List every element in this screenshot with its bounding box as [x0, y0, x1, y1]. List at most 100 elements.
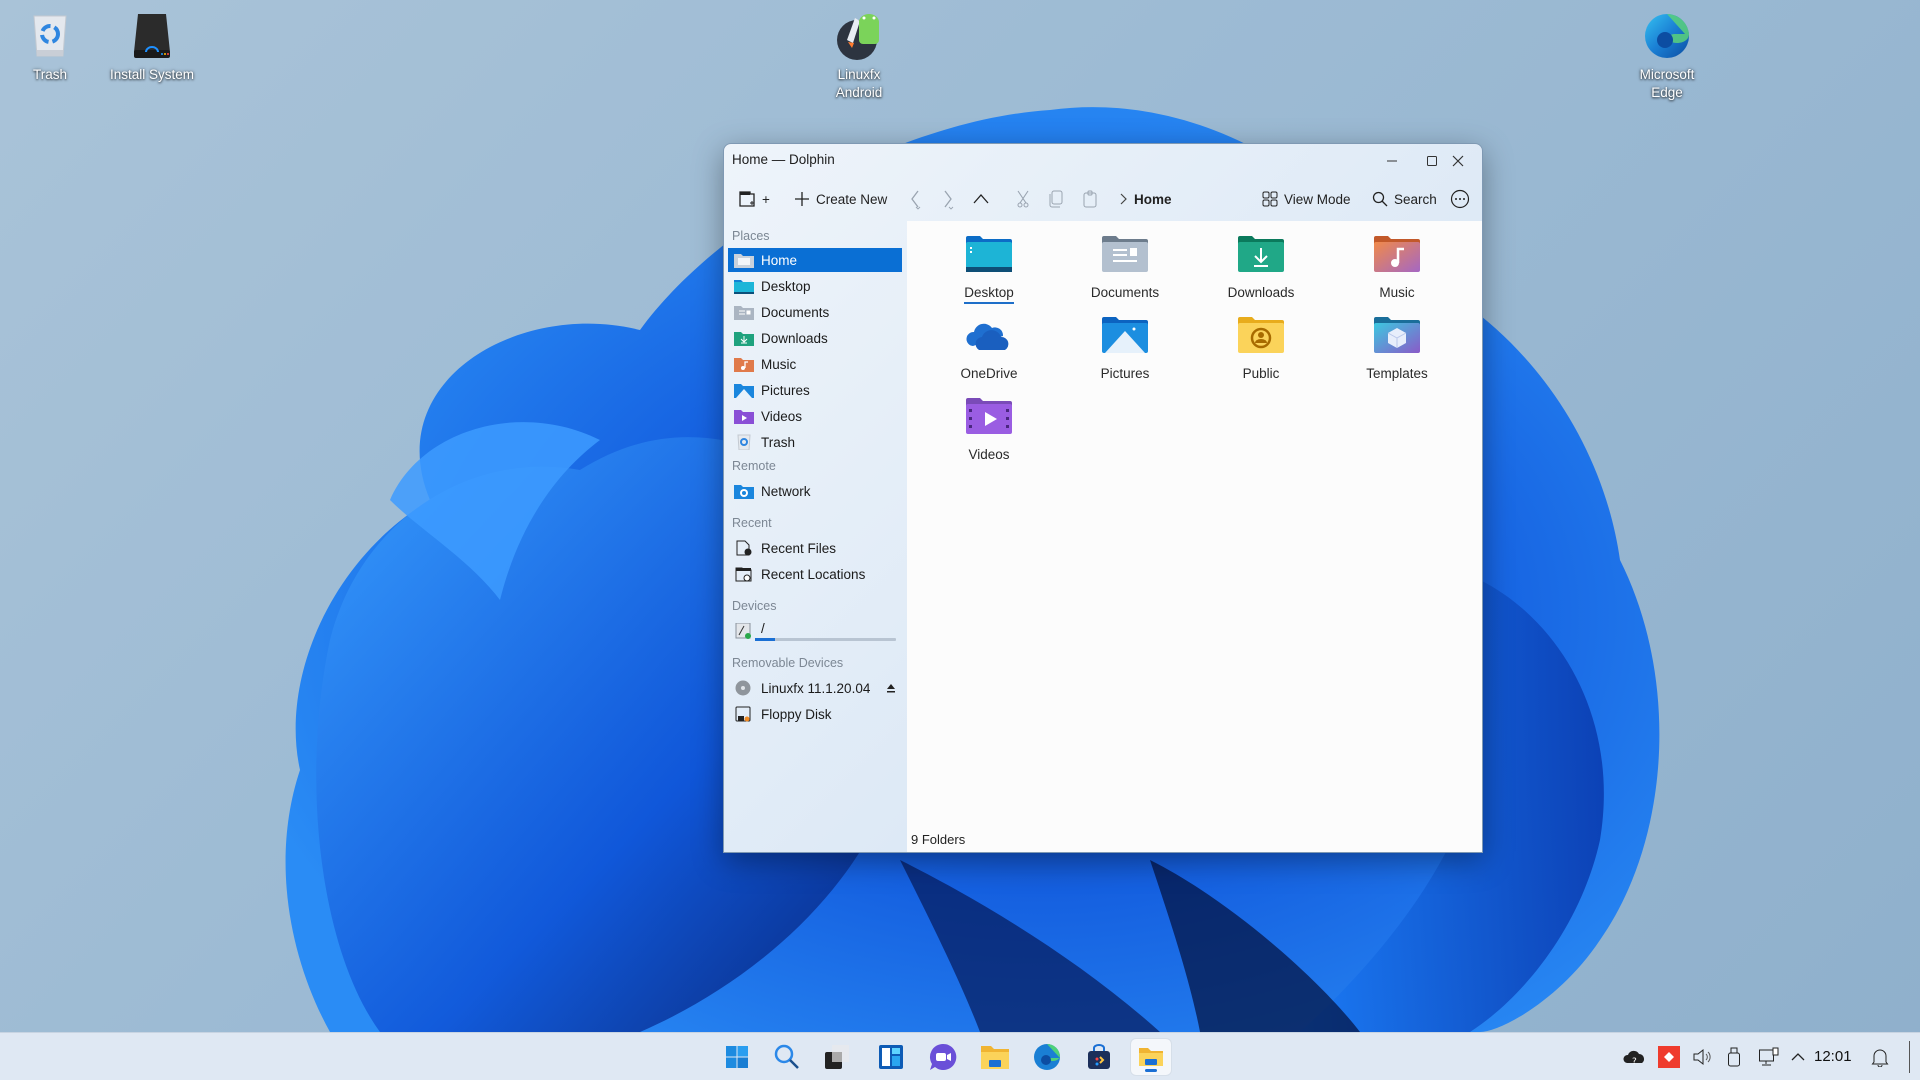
folder-onedrive[interactable]: OneDrive [929, 316, 1049, 383]
sidebar-item-network[interactable]: Network [728, 479, 902, 503]
breadcrumb-home[interactable]: Home [1134, 192, 1172, 207]
window-titlebar[interactable]: Home — Dolphin [724, 144, 1482, 178]
file-explorer-button[interactable] [975, 1039, 1015, 1075]
sidebar-item-label: Downloads [761, 330, 828, 346]
show-desktop-divider[interactable] [1909, 1041, 1910, 1073]
sidebar-item-trash[interactable]: Trash [728, 430, 902, 454]
onedrive-cloud-icon [965, 316, 1013, 356]
sidebar-item-desktop[interactable]: Desktop [728, 274, 902, 298]
window-title: Home — Dolphin [732, 152, 835, 167]
tray-network[interactable] [1756, 1043, 1782, 1071]
paste-icon [1083, 190, 1097, 208]
widgets-button[interactable] [871, 1039, 911, 1075]
folder-label: Documents [1090, 285, 1160, 300]
desktop-icon-microsoft-edge[interactable]: Microsoft Edge [1612, 10, 1722, 102]
minimize-button[interactable] [1374, 148, 1410, 174]
sidebar-item-home[interactable]: Home [728, 248, 902, 272]
sidebar-item-downloads[interactable]: Downloads [728, 326, 902, 350]
section-remote: Remote [732, 459, 776, 473]
forward-button[interactable] [940, 186, 956, 212]
more-menu-button[interactable] [1450, 186, 1470, 212]
folder-label: Downloads [1227, 285, 1295, 300]
view-mode-button[interactable]: View Mode [1262, 186, 1351, 212]
sidebar-item-recent-locations[interactable]: Recent Locations [728, 562, 902, 586]
sidebar-item-documents[interactable]: Documents [728, 300, 902, 324]
public-folder-icon [1237, 316, 1285, 356]
sidebar-item-floppy-disk[interactable]: Floppy Disk [728, 702, 902, 726]
clock[interactable]: 12:01 [1814, 1048, 1852, 1065]
desktop-icon-label-line1: Linuxfx [837, 67, 881, 82]
windows-logo-icon [726, 1046, 748, 1068]
edge-taskbar-button[interactable] [1027, 1039, 1067, 1075]
folder-public[interactable]: Public [1201, 316, 1321, 383]
view-mode-icon [1262, 191, 1278, 207]
recent-locations-icon [734, 566, 754, 582]
cut-button[interactable] [1016, 186, 1030, 212]
sidebar-item-videos[interactable]: Videos [728, 404, 902, 428]
store-button[interactable] [1079, 1039, 1119, 1075]
floppy-disk-icon [734, 706, 754, 722]
view-mode-label: View Mode [1284, 191, 1351, 207]
tray-onedrive-status[interactable]: ? [1620, 1043, 1648, 1071]
folder-label: Templates [1366, 366, 1428, 381]
desktop-icon-label-line2: Edge [1651, 85, 1683, 100]
back-button[interactable] [907, 186, 923, 212]
folder-music[interactable]: Music [1337, 235, 1457, 302]
dolphin-taskbar-button[interactable] [1131, 1039, 1171, 1075]
folder-downloads[interactable]: Downloads [1201, 235, 1321, 302]
sidebar-item-music[interactable]: Music [728, 352, 902, 376]
search-button[interactable]: Search [1372, 186, 1437, 212]
section-places: Places [732, 229, 770, 243]
pictures-folder-icon [1101, 316, 1149, 356]
android-icon [833, 10, 885, 62]
sidebar-item-label: Documents [761, 304, 830, 320]
up-button[interactable] [972, 186, 990, 212]
folder-label: Pictures [1100, 366, 1150, 381]
tray-volume[interactable] [1690, 1043, 1714, 1071]
trash-icon [734, 434, 754, 451]
folder-pictures[interactable]: Pictures [1065, 316, 1185, 383]
desktop-icon-label: Trash [32, 67, 67, 82]
places-panel: Places Home Desktop Documents Downloads … [724, 221, 907, 852]
sidebar-item-pictures[interactable]: Pictures [728, 378, 902, 402]
start-button[interactable] [717, 1039, 757, 1075]
folder-label: Public [1242, 366, 1280, 381]
search-icon [1372, 191, 1388, 207]
desktop-icon-trash[interactable]: Trash [0, 10, 105, 84]
desktop-icon-linuxfx-android[interactable]: Linuxfx Android [804, 10, 914, 102]
desktop-icon-install-system[interactable]: Install System [97, 10, 207, 84]
back-icon [911, 190, 921, 210]
music-folder-icon [734, 356, 754, 372]
folder-videos[interactable]: Videos [929, 397, 1049, 464]
folder-desktop[interactable]: Desktop [929, 235, 1049, 304]
desktop-folder-icon [734, 278, 754, 294]
new-tab-button[interactable]: + [738, 186, 770, 212]
desktop-icon-label-line2: Android [835, 85, 883, 100]
task-view-button[interactable] [817, 1039, 857, 1075]
sidebar-item-linuxfx-disc[interactable]: Linuxfx 11.1.20.04 [728, 676, 902, 700]
close-button[interactable] [1440, 148, 1476, 174]
eject-icon[interactable] [886, 683, 896, 693]
sidebar-item-root-device[interactable]: / [728, 619, 902, 643]
tray-overflow-button[interactable] [1788, 1043, 1808, 1071]
taskbar-search-button[interactable] [767, 1039, 807, 1075]
chat-button[interactable] [923, 1039, 963, 1075]
sidebar-item-label: Recent Locations [761, 566, 866, 582]
chat-video-icon [929, 1043, 957, 1070]
file-view[interactable]: Desktop Documents Downloads Music OneDri… [907, 221, 1482, 852]
paste-button[interactable] [1082, 186, 1098, 212]
videos-folder-icon [734, 408, 754, 424]
folder-documents[interactable]: Documents [1065, 235, 1185, 302]
tray-usb-device[interactable] [1722, 1043, 1746, 1071]
network-monitor-icon [1759, 1047, 1779, 1066]
copy-icon [1049, 190, 1063, 208]
copy-button[interactable] [1048, 186, 1064, 212]
folder-templates[interactable]: Templates [1337, 316, 1457, 383]
videos-folder-icon [965, 397, 1013, 437]
create-new-button[interactable]: Create New [794, 186, 887, 212]
section-devices: Devices [732, 599, 777, 613]
sidebar-item-recent-files[interactable]: Recent Files [728, 536, 902, 560]
search-icon [774, 1044, 799, 1069]
notifications-button[interactable] [1868, 1043, 1892, 1071]
tray-anydesk[interactable] [1657, 1043, 1681, 1071]
